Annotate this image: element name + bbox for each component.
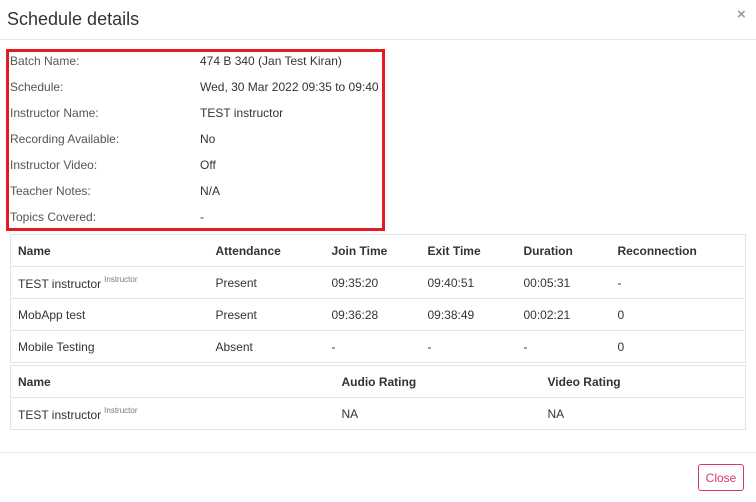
participant-name: MobApp test (18, 307, 86, 322)
detail-row-instructor-name: Instructor Name: TEST instructor (10, 103, 380, 123)
close-button[interactable]: Close (698, 464, 744, 491)
detail-label: Instructor Name: (10, 106, 99, 120)
detail-value: Off (200, 158, 216, 172)
participant-name: TEST instructor (18, 407, 102, 422)
attendance-cell: Absent (208, 330, 325, 363)
detail-row-batch-name: Batch Name: 474 B 340 (Jan Test Kiran) (10, 51, 380, 71)
reconnection-cell: 0 (610, 330, 746, 363)
table-row: Mobile Testing Absent - - - 0 (10, 330, 746, 363)
column-header: Audio Rating (341, 374, 417, 389)
detail-value: 474 B 340 (Jan Test Kiran) (200, 54, 342, 68)
table-header-row: Name Attendance Join Time Exit Time Dura… (11, 235, 746, 267)
detail-value: TEST instructor (200, 106, 284, 120)
name-cell: TEST instructor Instructor (10, 266, 209, 299)
detail-label: Teacher Notes: (10, 184, 91, 198)
exit-time-cell: - (420, 330, 517, 363)
close-icon[interactable]: × (737, 7, 746, 22)
schedule-details-modal: Schedule details × Batch Name: 474 B 340… (0, 0, 756, 502)
video-rating-cell: NA (540, 397, 746, 430)
column-header: Name (18, 243, 51, 258)
participant-name: TEST instructor (18, 276, 102, 291)
detail-label: Schedule: (10, 80, 64, 94)
audio-rating-cell: NA (334, 397, 541, 430)
name-cell: Mobile Testing (10, 330, 209, 363)
join-time-cell: 09:36:28 (324, 298, 421, 331)
role-tag: Instructor (104, 274, 138, 284)
detail-value: - (200, 210, 204, 224)
name-cell: TEST instructor Instructor (10, 397, 335, 430)
detail-label: Instructor Video: (10, 158, 98, 172)
attendance-cell: Present (208, 266, 325, 299)
column-header: Duration (523, 243, 573, 258)
duration-cell: - (516, 330, 611, 363)
detail-row-topics-covered: Topics Covered: - (10, 207, 380, 227)
table-row: TEST instructor Instructor Present 09:35:… (10, 266, 746, 299)
modal-title: Schedule details (7, 9, 140, 29)
join-time-cell: 09:35:20 (324, 266, 421, 299)
exit-time-cell: 09:38:49 (420, 298, 517, 331)
reconnection-cell: - (610, 266, 746, 299)
detail-row-schedule: Schedule: Wed, 30 Mar 2022 09:35 to 09:4… (10, 77, 380, 97)
detail-label: Batch Name: (10, 54, 80, 68)
detail-label: Topics Covered: (10, 210, 97, 224)
attendance-cell: Present (208, 298, 325, 331)
modal-header: Schedule details × (0, 0, 756, 40)
role-tag: Instructor (104, 405, 138, 415)
detail-value: Wed, 30 Mar 2022 09:35 to 09:40 (200, 80, 379, 94)
column-header: Exit Time (427, 243, 481, 258)
detail-row-instructor-video: Instructor Video: Off (10, 155, 380, 175)
detail-value: No (200, 132, 216, 146)
exit-time-cell: 09:40:51 (420, 266, 517, 299)
column-header: Video Rating (547, 374, 621, 389)
duration-cell: 00:02:21 (516, 298, 611, 331)
column-header: Name (18, 374, 51, 389)
detail-label: Recording Available: (10, 132, 120, 146)
reconnection-cell: 0 (610, 298, 746, 331)
detail-value: N/A (200, 184, 221, 198)
footer-divider (0, 452, 756, 453)
table-row: MobApp test Present 09:36:28 09:38:49 00… (10, 298, 746, 331)
column-header: Attendance (215, 243, 281, 258)
join-time-cell: - (324, 330, 421, 363)
column-header: Reconnection (617, 243, 697, 258)
table-row: TEST instructor Instructor NA NA (10, 397, 746, 430)
column-header: Join Time (331, 243, 388, 258)
detail-row-teacher-notes: Teacher Notes: N/A (10, 181, 380, 201)
table-header-row: Name Audio Rating Video Rating (11, 366, 746, 398)
detail-row-recording-available: Recording Available: No (10, 129, 380, 149)
participant-name: Mobile Testing (18, 339, 95, 354)
rating-table: Name Audio Rating Video Rating TEST inst… (10, 365, 746, 430)
duration-cell: 00:05:31 (516, 266, 611, 299)
attendance-table: Name Attendance Join Time Exit Time Dura… (10, 234, 746, 363)
name-cell: MobApp test (10, 298, 209, 331)
